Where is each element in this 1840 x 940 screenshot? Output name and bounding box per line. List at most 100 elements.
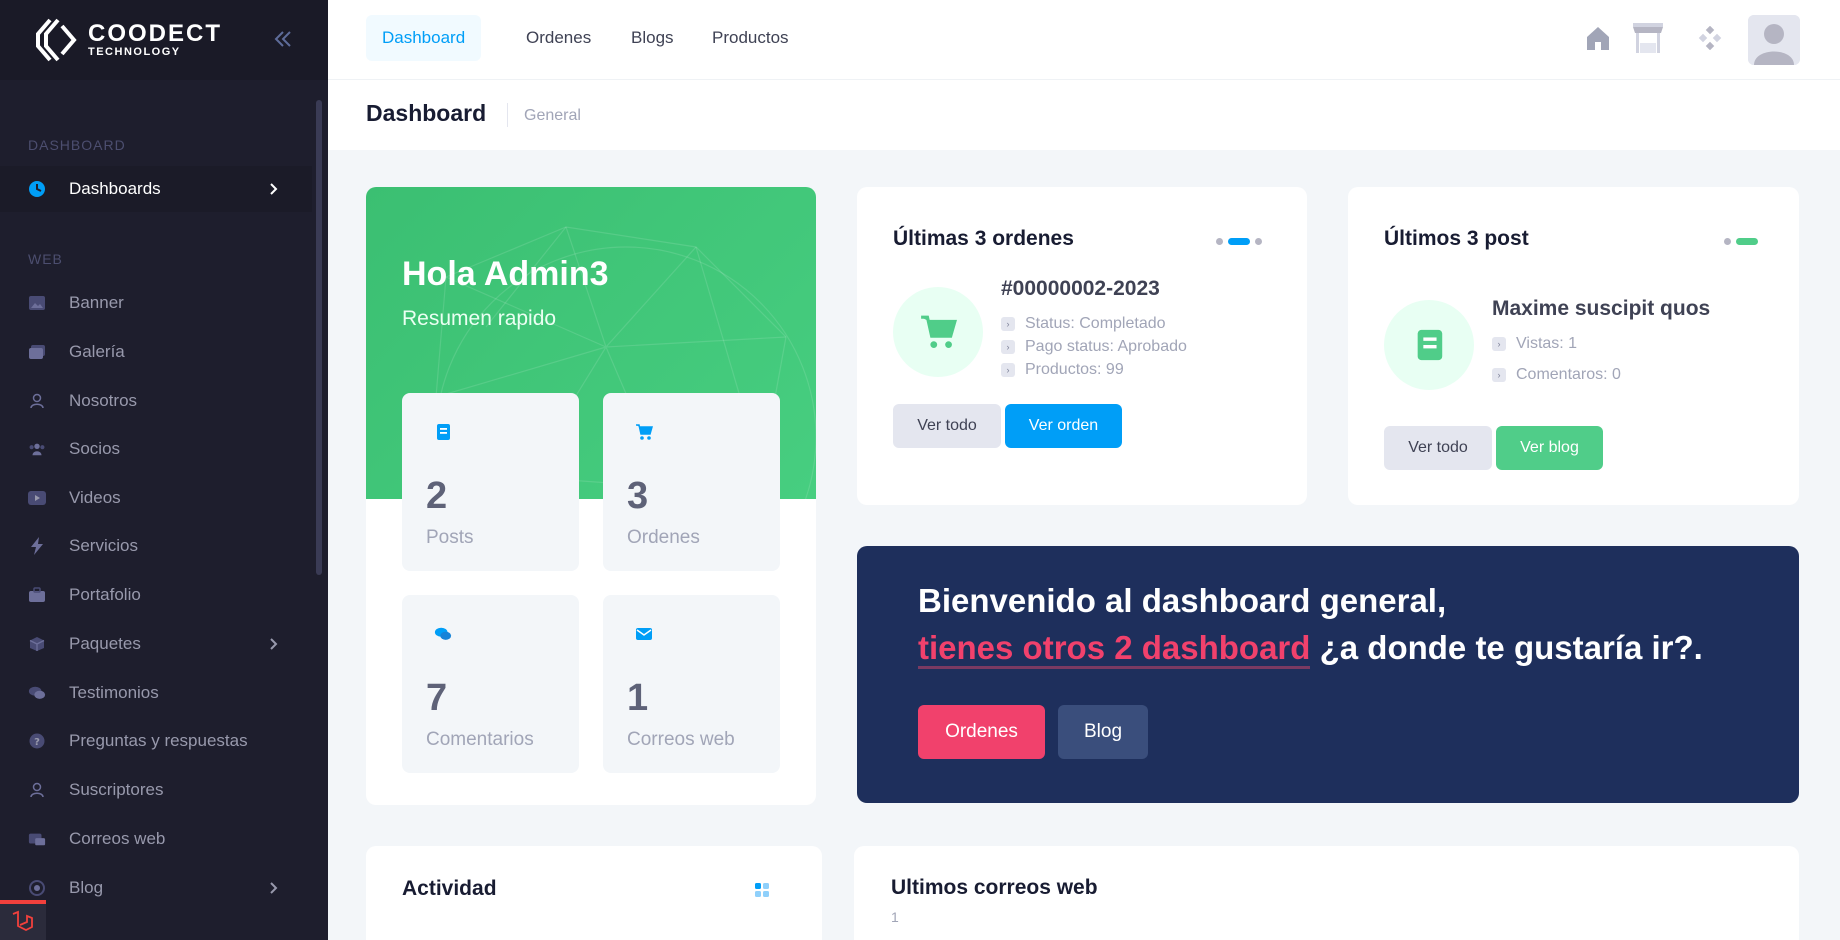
sidebar-item-correos-web[interactable]: Correos web bbox=[0, 816, 312, 862]
sidebar-item-videos[interactable]: Videos bbox=[0, 475, 312, 521]
bullet-arrow-icon: › bbox=[1492, 337, 1506, 351]
mail-icon bbox=[28, 830, 46, 848]
user-icon bbox=[28, 781, 46, 799]
web-mails-count: 1 bbox=[891, 909, 899, 925]
tab-productos[interactable]: Productos bbox=[696, 15, 805, 61]
sidebar-item-label: Paquetes bbox=[69, 634, 141, 653]
apps-icon[interactable] bbox=[1692, 20, 1728, 56]
go-blog-button[interactable]: Blog bbox=[1058, 705, 1148, 759]
activity-title: Actividad bbox=[402, 877, 497, 900]
sidebar-item-portafolio[interactable]: Portafolio bbox=[0, 572, 312, 618]
post-comments: Comentaros: 0 bbox=[1516, 366, 1621, 383]
carousel-dot-active[interactable] bbox=[1736, 238, 1758, 245]
carousel-dot[interactable] bbox=[1216, 238, 1223, 245]
box-icon bbox=[28, 635, 46, 653]
welcome-heading: Bienvenido al dashboard general, bbox=[918, 582, 1447, 619]
sidebar-item-label: Portafolio bbox=[69, 585, 141, 604]
sidebar-item-label: Blog bbox=[69, 878, 104, 897]
sidebar-item-dashboards[interactable]: Dashboards bbox=[0, 166, 312, 212]
stat-ordenes[interactable]: 3 Ordenes bbox=[603, 393, 780, 571]
stat-comentarios[interactable]: 7 Comentarios bbox=[402, 595, 579, 773]
cart-icon bbox=[636, 424, 653, 440]
store-icon[interactable] bbox=[1630, 20, 1666, 56]
order-circle bbox=[893, 287, 983, 377]
bullet-arrow-icon: › bbox=[1001, 340, 1015, 354]
sidebar-scrollbar[interactable] bbox=[316, 100, 322, 575]
video-icon bbox=[28, 489, 46, 507]
gallery-icon bbox=[28, 343, 46, 361]
stat-correos-web[interactable]: 1 Correos web bbox=[603, 595, 780, 773]
order-products: Productos: 99 bbox=[1025, 361, 1124, 378]
stat-value: 3 bbox=[627, 475, 649, 517]
stat-value: 7 bbox=[426, 677, 448, 719]
chevron-right-icon bbox=[270, 638, 278, 650]
people-icon bbox=[28, 440, 46, 458]
post-views: Vistas: 1 bbox=[1516, 335, 1578, 352]
book-icon bbox=[1417, 329, 1443, 361]
order-id: #00000002-2023 bbox=[1001, 277, 1160, 300]
welcome-banner: Bienvenido al dashboard general, tienes … bbox=[857, 546, 1799, 803]
svg-text:?: ? bbox=[34, 737, 40, 748]
view-order-button[interactable]: Ver orden bbox=[1005, 404, 1122, 448]
posts-card-title: Últimos 3 post bbox=[1384, 227, 1529, 250]
page-toolbar: Dashboard General bbox=[328, 80, 1840, 150]
collapse-sidebar-icon[interactable] bbox=[272, 28, 294, 50]
stat-label: Posts bbox=[426, 527, 474, 548]
tab-ordenes[interactable]: Ordenes bbox=[510, 15, 607, 61]
orders-card-title: Últimas 3 ordenes bbox=[893, 227, 1074, 250]
grid-menu-icon[interactable] bbox=[754, 882, 770, 898]
bullet-arrow-icon: › bbox=[1001, 363, 1015, 377]
laravel-icon bbox=[12, 910, 33, 932]
stat-posts[interactable]: 2 Posts bbox=[402, 393, 579, 571]
bolt-icon bbox=[28, 537, 46, 555]
image-icon bbox=[28, 294, 46, 312]
sidebar-item-socios[interactable]: Socios bbox=[0, 426, 312, 472]
order-status: Status: Completado bbox=[1025, 315, 1166, 332]
greeting-subtitle: Resumen rapido bbox=[402, 307, 557, 330]
tab-dashboard[interactable]: Dashboard bbox=[366, 15, 482, 61]
activity-card: Actividad bbox=[366, 846, 822, 940]
page-title: Dashboard bbox=[366, 100, 487, 126]
tab-blogs[interactable]: Blogs bbox=[615, 15, 690, 61]
sidebar-item-label: Nosotros bbox=[69, 391, 138, 410]
sidebar-item-label: Galería bbox=[69, 342, 125, 361]
home-icon[interactable] bbox=[1580, 20, 1616, 56]
orders-card: Últimas 3 ordenes #00000002-2023 › Status… bbox=[857, 187, 1307, 505]
carousel-dot-active[interactable] bbox=[1228, 238, 1250, 245]
posts-view-all-button[interactable]: Ver todo bbox=[1384, 426, 1492, 470]
sidebar-item-nosotros[interactable]: Nosotros bbox=[0, 378, 312, 424]
welcome-highlight: tienes otros 2 dashboard bbox=[918, 629, 1311, 669]
carousel-dot[interactable] bbox=[1724, 238, 1731, 245]
sidebar-item-servicios[interactable]: Servicios bbox=[0, 523, 312, 569]
carousel-indicator[interactable] bbox=[1724, 238, 1758, 245]
sidebar-item-blog[interactable]: Blog bbox=[0, 865, 312, 911]
top-header: Dashboard Ordenes Blogs Productos bbox=[328, 0, 1840, 80]
go-orders-button[interactable]: Ordenes bbox=[918, 705, 1045, 759]
posts-card: Últimos 3 post Maxime suscipit quos › Vis… bbox=[1348, 187, 1799, 505]
section-dashboard: DASHBOARD bbox=[28, 137, 126, 153]
post-comments-line: › Comentaros: 0 bbox=[1492, 366, 1621, 384]
brand-tagline: TECHNOLOGY bbox=[88, 45, 181, 58]
chevron-right-icon bbox=[270, 882, 278, 894]
orders-view-all-button[interactable]: Ver todo bbox=[893, 404, 1001, 448]
carousel-indicator[interactable] bbox=[1216, 238, 1262, 245]
sidebar-item-banner[interactable]: Banner bbox=[0, 280, 312, 326]
sidebar-item-testimonios[interactable]: Testimonios bbox=[0, 670, 312, 716]
envelope-icon bbox=[636, 628, 652, 640]
bullet-arrow-icon: › bbox=[1492, 368, 1506, 382]
briefcase-icon bbox=[28, 586, 46, 604]
sidebar-item-label: Servicios bbox=[69, 536, 138, 555]
sidebar-item-suscriptores[interactable]: Suscriptores bbox=[0, 767, 312, 813]
sidebar-item-label: Videos bbox=[69, 488, 121, 507]
sidebar-item-paquetes[interactable]: Paquetes bbox=[0, 621, 312, 667]
sidebar-item-galeria[interactable]: Galería bbox=[0, 329, 312, 375]
avatar[interactable] bbox=[1748, 15, 1800, 65]
greeting-title: Hola Admin3 bbox=[402, 255, 609, 293]
carousel-dot[interactable] bbox=[1255, 238, 1262, 245]
question-icon: ? bbox=[28, 732, 46, 750]
laravel-debug-button[interactable] bbox=[0, 900, 46, 940]
sidebar-item-preguntas[interactable]: ? Preguntas y respuestas bbox=[0, 718, 312, 764]
sidebar-item-label: Banner bbox=[69, 293, 124, 312]
view-blog-button[interactable]: Ver blog bbox=[1496, 426, 1603, 470]
dashboard-icon bbox=[28, 180, 46, 198]
